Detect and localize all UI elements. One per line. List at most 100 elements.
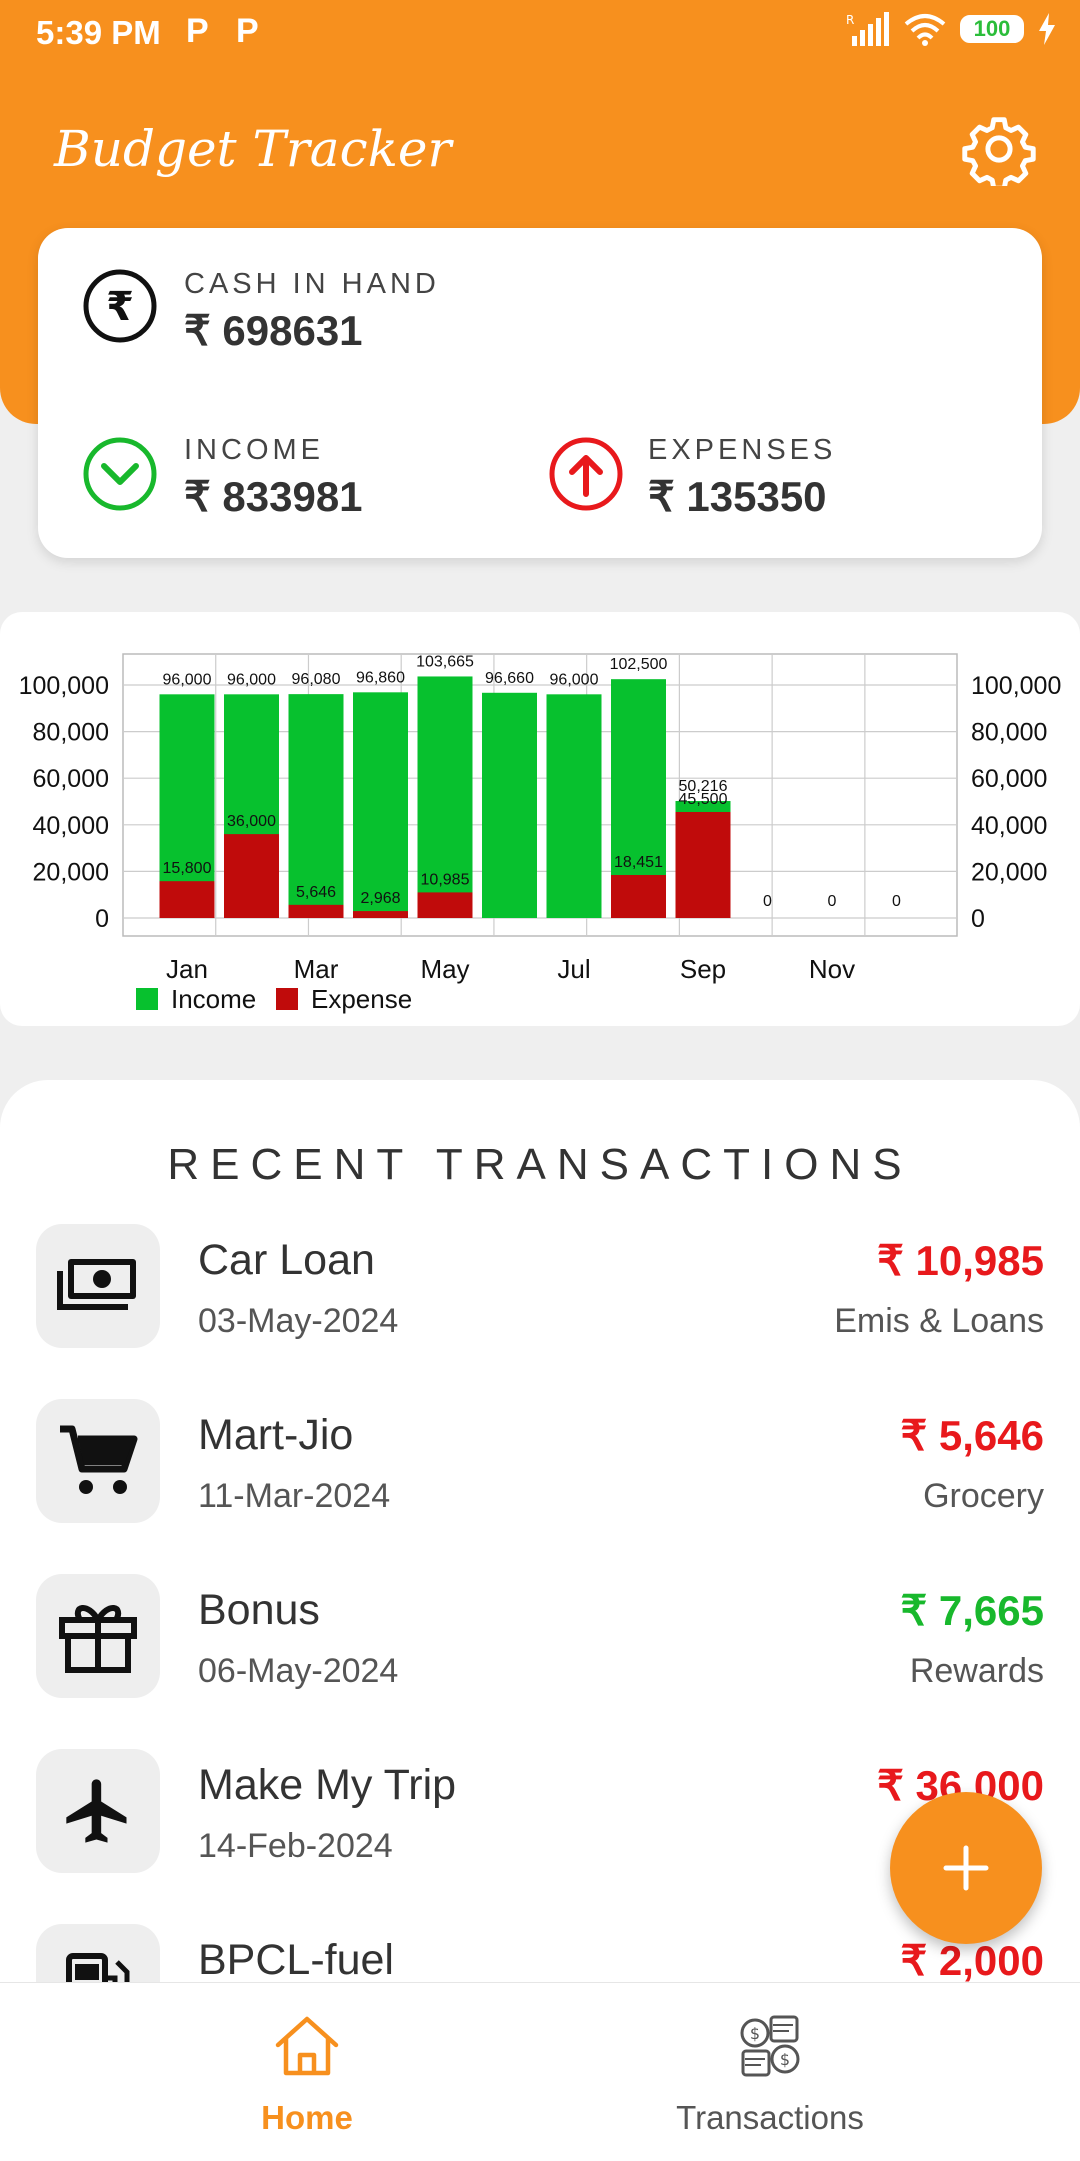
transaction-category: Grocery xyxy=(923,1477,1044,1515)
transaction-row[interactable]: Mart-Jio 11-Mar-2024 ₹ 5,646 Grocery xyxy=(0,1399,1080,1549)
settings-button[interactable] xyxy=(962,112,1036,191)
legend-income-swatch xyxy=(136,988,158,1010)
nav-home-label: Home xyxy=(261,2099,353,2136)
home-icon xyxy=(275,2016,339,2076)
expense-data-label: 18,451 xyxy=(614,854,663,871)
battery-level: 100 xyxy=(973,16,1011,41)
expense-data-label: 10,985 xyxy=(421,871,470,888)
income-value: ₹ 833981 xyxy=(184,473,363,520)
y-tick-label-right: 60,000 xyxy=(971,765,1047,793)
app-title: Budget Tracker xyxy=(54,120,452,178)
recent-transactions-title: RECENT TRANSACTIONS xyxy=(167,1140,913,1189)
gift-icon xyxy=(36,1574,160,1698)
y-tick-label-right: 100,000 xyxy=(971,672,1061,700)
transaction-date: 11-Mar-2024 xyxy=(198,1477,391,1515)
nav-transactions[interactable]: $ $ Transactions xyxy=(500,1983,1040,2161)
nav-transactions-label: Transactions xyxy=(676,2099,864,2136)
expenses-value: ₹ 135350 xyxy=(648,473,827,520)
x-tick-label: May xyxy=(420,954,469,984)
status-bar: 5:39 PM P P R 100 xyxy=(0,0,1080,68)
income-data-label: 103,665 xyxy=(416,653,474,670)
y-tick-label-left: 40,000 xyxy=(33,812,109,840)
transaction-row[interactable]: Car Loan 03-May-2024 ₹ 10,985 Emis & Loa… xyxy=(0,1224,1080,1374)
legend-expense-swatch xyxy=(276,988,298,1010)
transaction-date: 14-Feb-2024 xyxy=(198,1827,393,1865)
signal-r-label: R xyxy=(846,13,854,27)
y-tick-label-left: 100,000 xyxy=(19,672,109,700)
transaction-name: Make My Trip xyxy=(198,1761,457,1809)
airplane-icon xyxy=(36,1749,160,1873)
income-label: INCOME xyxy=(184,434,324,466)
expense-bar xyxy=(288,904,344,918)
income-expense-chart: 100,000 100,000 80,000 80,000 60,000 60,000 40… xyxy=(19,653,1061,1014)
transaction-category: Rewards xyxy=(909,1652,1044,1690)
income-data-label: 96,660 xyxy=(485,670,534,687)
expense-data-label: 2,968 xyxy=(360,890,400,907)
transaction-date: 06-May-2024 xyxy=(198,1652,399,1690)
y-tick-label-left: 60,000 xyxy=(33,765,109,793)
money-icon xyxy=(36,1224,160,1348)
income-data-label: 0 xyxy=(892,893,901,910)
income-data-label: 0 xyxy=(828,893,837,910)
transaction-name: Car Loan xyxy=(198,1236,375,1284)
income-data-label: 96,080 xyxy=(292,671,341,688)
legend-income-label: Income xyxy=(171,984,256,1014)
y-tick-label-right: 40,000 xyxy=(971,812,1047,840)
status-icons: R 100 xyxy=(846,12,1056,46)
income-arrow-down-icon xyxy=(83,437,157,511)
y-tick-label-right: 20,000 xyxy=(971,858,1047,886)
y-tick-label-right: 0 xyxy=(971,905,985,933)
svg-text:₹: ₹ xyxy=(106,284,134,330)
x-tick-label: Sep xyxy=(680,954,726,984)
transaction-row[interactable]: Bonus 06-May-2024 ₹ 7,665 Rewards xyxy=(0,1574,1080,1724)
income-data-label: 96,000 xyxy=(550,671,599,688)
rupee-circle-icon: ₹ xyxy=(83,269,157,343)
nav-home[interactable]: Home xyxy=(37,1983,577,2161)
income-bar xyxy=(482,692,537,918)
y-tick-label-left: 0 xyxy=(95,905,109,933)
income-bar xyxy=(353,692,408,918)
plus-icon xyxy=(943,1845,989,1891)
x-tick-label: Nov xyxy=(809,954,855,984)
svg-text:$: $ xyxy=(750,2024,760,2043)
transaction-date: 03-May-2024 xyxy=(198,1302,399,1340)
x-tick-label: Jan xyxy=(166,954,208,984)
wifi-icon xyxy=(904,14,946,46)
income-bar xyxy=(546,694,602,918)
y-tick-label-left: 20,000 xyxy=(33,858,109,886)
cart-icon xyxy=(36,1399,160,1523)
y-tick-label-right: 80,000 xyxy=(971,719,1047,747)
expense-arrow-up-icon xyxy=(549,437,623,511)
income-data-label: 96,000 xyxy=(227,671,276,688)
expense-data-label: 5,646 xyxy=(296,884,336,901)
expenses-label: EXPENSES xyxy=(648,434,837,466)
income-data-label: 96,000 xyxy=(163,671,212,688)
expense-data-label: 45,500 xyxy=(679,791,728,808)
x-tick-label: Jul xyxy=(557,954,590,984)
income-data-label: 0 xyxy=(763,893,772,910)
expense-bar xyxy=(611,875,666,918)
signal-icon: R xyxy=(846,12,889,46)
cash-in-hand-value: ₹ 698631 xyxy=(184,307,363,354)
expense-bar xyxy=(353,911,408,918)
expense-bar xyxy=(224,834,279,918)
expense-bar xyxy=(159,881,215,918)
expense-bar xyxy=(675,811,731,918)
y-tick-label-left: 80,000 xyxy=(33,719,109,747)
svg-text:$: $ xyxy=(780,2050,790,2069)
expense-bar xyxy=(417,892,473,918)
expense-data-label: 36,000 xyxy=(227,813,276,830)
chart-card: 100,000 100,000 80,000 80,000 60,000 60,000 40… xyxy=(0,612,1080,1026)
notification-p-icon: P xyxy=(186,12,209,50)
x-tick-label: Mar xyxy=(294,954,339,984)
status-time: 5:39 PM xyxy=(36,14,161,51)
transaction-amount: ₹ 10,985 xyxy=(877,1237,1044,1284)
expense-data-label: 15,800 xyxy=(163,860,212,877)
transaction-name: BPCL-fuel xyxy=(198,1936,394,1984)
transaction-name: Bonus xyxy=(198,1586,320,1634)
income-data-label: 102,500 xyxy=(610,656,668,673)
add-transaction-button[interactable] xyxy=(890,1792,1042,1944)
bottom-navigation: Home $ $ Transactions xyxy=(0,1982,1080,2161)
cash-in-hand-label: CASH IN HAND xyxy=(184,268,440,300)
transaction-amount: ₹ 5,646 xyxy=(900,1412,1045,1459)
